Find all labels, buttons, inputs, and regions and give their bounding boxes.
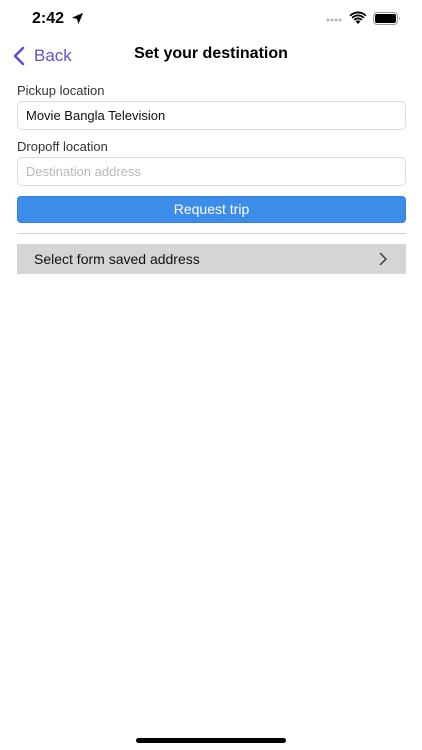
chevron-right-icon xyxy=(379,252,387,266)
pickup-input[interactable] xyxy=(17,101,406,130)
dropoff-label: Dropoff location xyxy=(17,139,108,154)
dropoff-input[interactable] xyxy=(17,157,406,186)
signal-dots-icon xyxy=(326,18,342,22)
status-time: 2:42 xyxy=(32,10,65,27)
location-arrow-icon xyxy=(71,12,84,25)
saved-address-label: Select form saved address xyxy=(34,251,200,267)
pickup-label: Pickup location xyxy=(17,83,105,98)
nav-bar: Back Set your destination xyxy=(0,40,422,72)
wifi-icon xyxy=(349,11,367,24)
select-saved-address-button[interactable]: Select form saved address xyxy=(17,244,406,274)
divider xyxy=(17,233,406,234)
home-indicator xyxy=(136,738,286,743)
screen: 2:42 Back Set your destination Pickup lo… xyxy=(0,0,422,750)
request-trip-button[interactable]: Request trip xyxy=(17,196,406,223)
page-title: Set your destination xyxy=(134,45,288,62)
status-bar: 2:42 xyxy=(0,0,422,40)
battery-icon xyxy=(373,12,400,25)
